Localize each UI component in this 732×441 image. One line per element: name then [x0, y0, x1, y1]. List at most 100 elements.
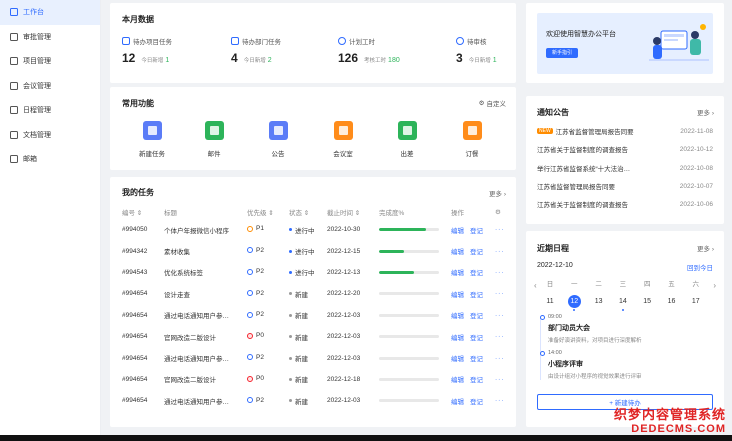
more-actions-icon[interactable]: ···	[495, 312, 505, 319]
more-actions-icon[interactable]: ···	[495, 290, 505, 297]
day-number[interactable]: 11	[544, 295, 557, 308]
task-title[interactable]: 个体户年报微信小程序	[164, 219, 247, 240]
weekday-label: 一	[571, 281, 578, 288]
table-row[interactable]: #994342 素材收集 P2 进行中 2022-12-15 编辑 登记 ···	[122, 240, 508, 261]
table-row[interactable]: #994654 官网改造二版设计 P0 新建 2022-12-03 编辑 登记 ···	[122, 326, 508, 347]
back-to-today-link[interactable]: 回到今日	[687, 262, 713, 272]
log-link[interactable]: 登记	[470, 228, 483, 235]
calendar-day[interactable]: 六 17	[688, 278, 704, 308]
log-link[interactable]: 登记	[470, 377, 483, 384]
col-header-status[interactable]: 状态 ⇕	[289, 205, 327, 219]
task-title[interactable]: 官网改造二版设计	[164, 369, 247, 390]
edit-link[interactable]: 编辑	[451, 228, 464, 235]
more-actions-icon[interactable]: ···	[495, 376, 505, 383]
table-row[interactable]: #994654 通过电话通知用户参… P2 新建 2022-12-03 编辑 登记 ···	[122, 347, 508, 368]
more-actions-icon[interactable]: ···	[495, 226, 505, 233]
table-settings-icon[interactable]: ⚙	[495, 205, 508, 219]
col-header-id[interactable]: 编号 ⇕	[122, 205, 164, 219]
calendar-day[interactable]: 一 12	[566, 278, 582, 311]
edit-link[interactable]: 编辑	[451, 270, 464, 277]
table-row[interactable]: #994654 通过电话通知用户参… P2 新建 2022-12-03 编辑 登记 ···	[122, 390, 508, 411]
table-row[interactable]: #994543 优化系统标签 P2 进行中 2022-12-13 编辑 登记 ···	[122, 262, 508, 283]
func-business-trip[interactable]: 出差	[377, 121, 437, 158]
table-row[interactable]: #994654 通过电话通知用户参… P2 新建 2022-12-03 编辑 登记 ···	[122, 305, 508, 326]
stat-dept-tasks[interactable]: 待办部门任务 4 今日新增 2	[231, 36, 281, 65]
edit-link[interactable]: 编辑	[451, 313, 464, 320]
calendar-day[interactable]: 四 15	[639, 278, 655, 308]
func-order-meal[interactable]: 订餐	[442, 121, 502, 158]
func-meeting-room[interactable]: 会议室	[313, 121, 373, 158]
more-actions-icon[interactable]: ···	[495, 269, 505, 276]
calendar-day[interactable]: 三 14	[615, 278, 631, 311]
day-number[interactable]: 15	[641, 295, 654, 308]
task-title[interactable]: 优化系统标签	[164, 262, 247, 283]
sidebar-item-approval[interactable]: 审批管理	[0, 25, 100, 50]
notice-item[interactable]: NEW 江苏省监督管理局报告同要 2022-11-08	[537, 122, 713, 140]
task-title[interactable]: 通过电话通知用户参…	[164, 347, 247, 368]
task-title[interactable]: 官网改造二版设计	[164, 326, 247, 347]
event-title: 小程序评审	[548, 361, 583, 368]
day-number[interactable]: 16	[665, 295, 678, 308]
func-notice[interactable]: 公告	[248, 121, 308, 158]
event-item[interactable]: 09:00 部门动员大会 准备好演讲资料，对项目进行深度解析	[540, 314, 642, 344]
edit-link[interactable]: 编辑	[451, 292, 464, 299]
stat-planned-hours[interactable]: 计划工时 126 考核工时 180	[338, 36, 400, 65]
day-number[interactable]: 14	[616, 295, 629, 308]
log-link[interactable]: 登记	[470, 356, 483, 363]
log-link[interactable]: 登记	[470, 313, 483, 320]
stat-pending-review[interactable]: 待审核 3 今日新增 1	[456, 36, 497, 65]
log-link[interactable]: 登记	[470, 249, 483, 256]
col-header-priority[interactable]: 优先级 ⇕	[247, 205, 289, 219]
table-row[interactable]: #994654 设计走查 P2 新建 2022-12-20 编辑 登记 ···	[122, 283, 508, 304]
edit-link[interactable]: 编辑	[451, 399, 464, 406]
more-actions-icon[interactable]: ···	[495, 248, 505, 255]
day-number[interactable]: 12	[567, 295, 581, 308]
log-link[interactable]: 登记	[470, 399, 483, 406]
calendar-day[interactable]: 二 13	[591, 278, 607, 308]
notice-item[interactable]: 举行江苏省监督系统“十大法治… 2022-10-08	[537, 159, 713, 177]
edit-link[interactable]: 编辑	[451, 335, 464, 342]
sidebar-item-documents[interactable]: 文档管理	[0, 123, 100, 148]
log-link[interactable]: 登记	[470, 335, 483, 342]
stat-project-tasks[interactable]: 待办项目任务 12 今日新增 1	[122, 36, 172, 65]
func-mail[interactable]: 邮件	[184, 121, 244, 158]
table-row[interactable]: #994050 个体户年报微信小程序 P1 进行中 2022-10-30 编辑 登记 ···	[122, 219, 508, 240]
sidebar-item-workbench[interactable]: 工作台	[0, 0, 100, 25]
more-actions-icon[interactable]: ···	[495, 355, 505, 362]
log-link[interactable]: 登记	[470, 270, 483, 277]
notice-item[interactable]: 江苏省关于监督制度的调查报告 2022-10-12	[537, 140, 713, 158]
weekday-label: 二	[595, 281, 602, 288]
more-actions-icon[interactable]: ···	[495, 397, 505, 404]
edit-link[interactable]: 编辑	[451, 356, 464, 363]
table-row[interactable]: #994654 官网改造二版设计 P0 新建 2022-12-18 编辑 登记 ···	[122, 369, 508, 390]
func-new-task[interactable]: 新建任务	[122, 121, 182, 158]
status-badge: 进行中	[289, 225, 315, 235]
col-header-due[interactable]: 截止时间 ⇕	[327, 205, 379, 219]
schedule-more-link[interactable]: 更多 ›	[697, 243, 714, 253]
event-item[interactable]: 14:00 小程序评审 由设计组对小程序的视觉效果进行评审	[540, 350, 642, 380]
tasks-more-link[interactable]: 更多 ›	[489, 188, 506, 198]
log-link[interactable]: 登记	[470, 292, 483, 299]
day-number[interactable]: 13	[592, 295, 605, 308]
task-title[interactable]: 素材收集	[164, 240, 247, 261]
notices-more-link[interactable]: 更多 ›	[697, 107, 714, 117]
task-title[interactable]: 设计走查	[164, 283, 247, 304]
sidebar-item-projects[interactable]: 项目管理	[0, 49, 100, 74]
sidebar-item-mail[interactable]: 邮箱	[0, 147, 100, 172]
sidebar-item-meetings[interactable]: 会议管理	[0, 74, 100, 99]
more-actions-icon[interactable]: ···	[495, 333, 505, 340]
calendar-day[interactable]: 日 11	[542, 278, 558, 308]
next-week-icon[interactable]: ›	[713, 281, 716, 290]
notice-item[interactable]: 江苏省监督管理局报告同要 2022-10-07	[537, 177, 713, 195]
sidebar-item-schedule[interactable]: 日程管理	[0, 98, 100, 123]
notice-item[interactable]: 江苏省关于监督制度的调查报告 2022-10-06	[537, 195, 713, 213]
day-number[interactable]: 17	[689, 295, 702, 308]
task-title[interactable]: 通过电话通知用户参…	[164, 390, 247, 411]
guide-button[interactable]: 新手指引	[546, 48, 578, 58]
task-title[interactable]: 通过电话通知用户参…	[164, 305, 247, 326]
customize-button[interactable]: ⚙ 自定义	[479, 98, 506, 108]
prev-week-icon[interactable]: ‹	[534, 281, 537, 290]
calendar-day[interactable]: 五 16	[664, 278, 680, 308]
edit-link[interactable]: 编辑	[451, 249, 464, 256]
edit-link[interactable]: 编辑	[451, 377, 464, 384]
